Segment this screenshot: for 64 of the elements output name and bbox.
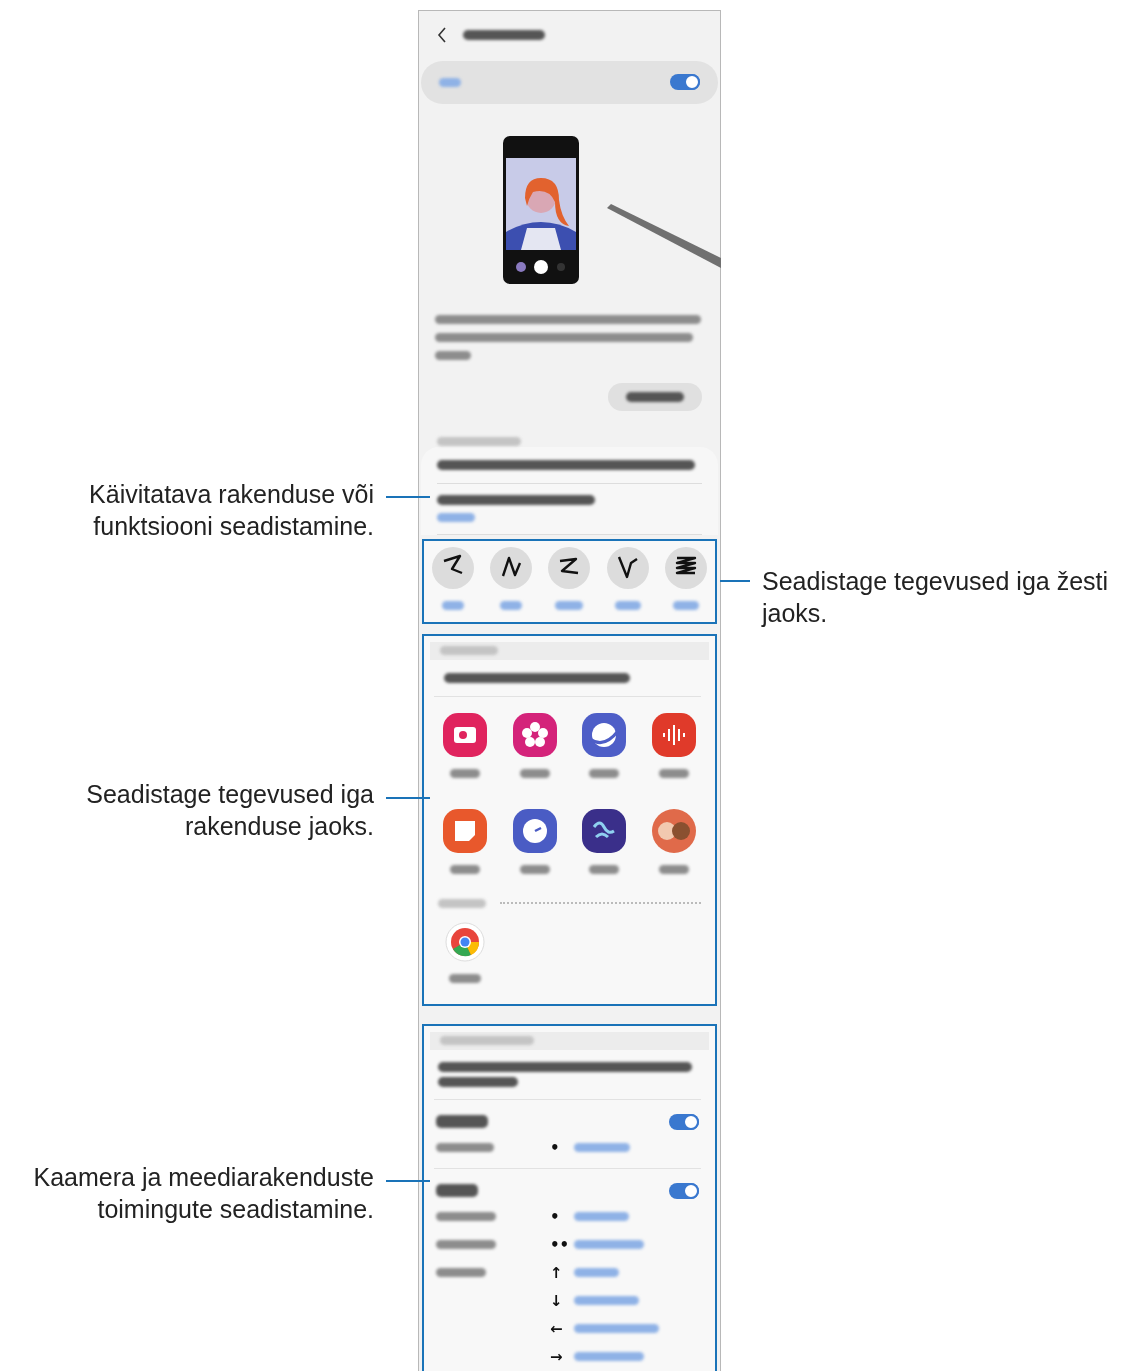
camera-icon[interactable] xyxy=(442,712,487,757)
switch-bar[interactable] xyxy=(421,60,718,105)
gesture-symbol: • xyxy=(550,1208,561,1226)
blurred-text xyxy=(500,600,523,610)
blurred-text xyxy=(659,768,690,778)
callout-text: Käivitatava rakenduse või funktsiooni seadistamine. xyxy=(88,479,374,542)
blurred-text xyxy=(436,1240,496,1250)
toggle-switch[interactable] xyxy=(669,1114,699,1130)
flower-icon[interactable] xyxy=(512,712,557,757)
squiggle-icon[interactable] xyxy=(606,546,649,589)
back-icon[interactable] xyxy=(437,26,447,43)
blurred-text xyxy=(436,1212,496,1222)
gesture-symbol: ↑ xyxy=(550,1264,564,1282)
squiggle-icon[interactable] xyxy=(664,546,707,589)
squiggle-icon[interactable] xyxy=(490,546,533,589)
squiggle-icon[interactable] xyxy=(432,546,475,589)
blurred-text xyxy=(440,646,498,656)
blurred-text xyxy=(436,1268,486,1278)
blurred-text xyxy=(436,1184,478,1198)
blurred-text xyxy=(435,350,471,360)
blurred-text xyxy=(442,600,465,610)
blurred-text xyxy=(589,864,620,874)
gesture-symbol: •• xyxy=(550,1236,571,1254)
gesture-symbol: • xyxy=(550,1139,561,1157)
leader-line xyxy=(386,496,430,498)
callout-text: Kaamera ja meediarakenduste toimingute seadistamine. xyxy=(32,1162,374,1225)
callout-text: Seadistage tegevused iga rakenduse jaoks. xyxy=(85,779,374,842)
blurred-text xyxy=(519,768,550,778)
blurred-text xyxy=(438,898,486,908)
blurred-text xyxy=(555,600,584,610)
blurred-text xyxy=(659,864,690,874)
blurred-text xyxy=(574,1352,644,1362)
blurred-text xyxy=(436,1115,488,1129)
squiggle-icon[interactable] xyxy=(582,808,627,853)
blurred-text xyxy=(574,1143,630,1153)
blurred-text xyxy=(574,1212,629,1222)
avatar-icon[interactable] xyxy=(652,808,697,853)
blurred-text xyxy=(519,864,550,874)
note-icon[interactable] xyxy=(442,808,487,853)
sound-wave-icon[interactable] xyxy=(652,712,697,757)
squiggle-icon[interactable] xyxy=(548,546,591,589)
callout-text: Seadistage tegevused iga žesti jaoks. xyxy=(762,566,1110,629)
clock-icon[interactable] xyxy=(512,808,557,853)
gesture-symbol: ← xyxy=(550,1320,564,1338)
toggle-switch[interactable] xyxy=(669,1183,699,1199)
pill-button[interactable] xyxy=(608,382,702,411)
blurred-text xyxy=(574,1268,619,1278)
gesture-symbol: → xyxy=(550,1348,564,1366)
blurred-text xyxy=(437,513,475,522)
planet-icon[interactable] xyxy=(582,712,627,757)
leader-line xyxy=(720,580,750,582)
blurred-text xyxy=(574,1240,644,1250)
blurred-text xyxy=(449,973,481,983)
blurred-text xyxy=(449,768,480,778)
blurred-text xyxy=(589,768,620,778)
blurred-text xyxy=(436,1143,494,1153)
blurred-text xyxy=(439,77,461,87)
browser-icon[interactable] xyxy=(445,921,485,962)
toggle-switch[interactable] xyxy=(670,74,700,91)
blurred-text xyxy=(574,1296,639,1306)
gesture-symbol: ↓ xyxy=(550,1292,564,1310)
blurred-text xyxy=(672,600,699,610)
blurred-text xyxy=(449,864,480,874)
blurred-text xyxy=(614,600,641,610)
